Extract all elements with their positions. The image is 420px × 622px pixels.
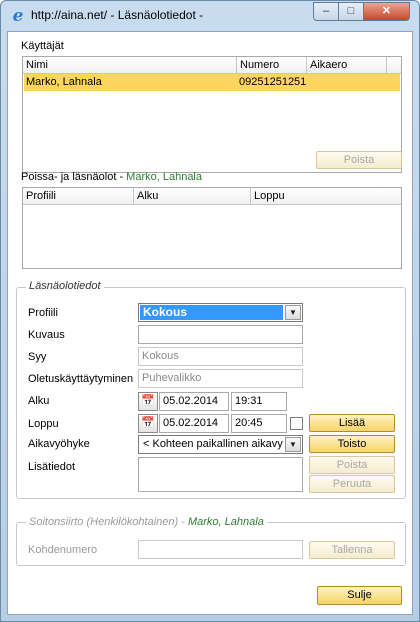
profile-select[interactable]: Kokous ▼ (138, 303, 303, 322)
timezone-select[interactable]: < Kohteen paikallinen aikavyö ▼ (138, 435, 303, 454)
close-window-button[interactable]: ✕ (364, 2, 410, 21)
add-button[interactable]: Lisää (309, 414, 395, 432)
dialog-window: e http://aina.net/ - Läsnäolotiedot - – … (0, 0, 420, 622)
calendar-icon[interactable]: 📅 (138, 392, 158, 411)
presence-label-prefix: Poissa- ja läsnäolot - (21, 171, 124, 183)
column-header-offset[interactable]: Aikaero (307, 57, 387, 74)
description-input[interactable] (138, 325, 303, 344)
extra-info-label: Lisätiedot (28, 461, 76, 473)
cancel-button[interactable]: Peruuta (309, 475, 395, 493)
save-forwarding-button[interactable]: Tallenna (309, 541, 395, 559)
profile-label: Profiili (28, 307, 58, 319)
remove-user-button[interactable]: Poista (316, 151, 402, 169)
column-header-end[interactable]: Loppu (251, 188, 401, 205)
forwarding-user-name: Marko, Lahnala (187, 516, 264, 528)
user-name-cell: Marko, Lahnala (26, 76, 102, 88)
presence-list[interactable]: Profiili Alku Loppu (22, 187, 402, 269)
maximize-button[interactable]: □ (339, 2, 364, 21)
reason-label: Syy (28, 351, 47, 363)
column-header-name[interactable]: Nimi (23, 57, 237, 74)
chevron-down-icon[interactable]: ▼ (285, 437, 301, 452)
column-header-number[interactable]: Numero (237, 57, 307, 74)
column-header-start[interactable]: Alku (134, 188, 251, 205)
close-button[interactable]: Sulje (317, 586, 402, 605)
extra-info-textarea[interactable] (138, 457, 303, 492)
presence-user-name: Marko, Lahnala (126, 171, 202, 183)
description-label: Kuvaus (28, 329, 65, 341)
table-row[interactable]: Marko, Lahnala 09251251251 (24, 74, 400, 91)
delete-entry-button[interactable]: Poista (309, 456, 395, 474)
title-bar[interactable]: e http://aina.net/ - Läsnäolotiedot - – … (1, 1, 419, 31)
reason-input[interactable]: Kokous (138, 347, 303, 366)
forwarding-legend-prefix: Soitonsiirto (Henkilökohtainen) - (29, 516, 185, 528)
timezone-select-value: < Kohteen paikallinen aikavyö (143, 438, 283, 450)
start-time-input[interactable]: 19:31 (231, 392, 287, 411)
internet-explorer-icon: e (12, 6, 24, 26)
target-number-input[interactable] (138, 540, 303, 559)
column-header-filler (387, 57, 401, 74)
repeat-button[interactable]: Toisto (309, 435, 395, 453)
forwarding-legend: Soitonsiirto (Henkilökohtainen) - Marko,… (26, 516, 267, 528)
default-behavior-label: Oletuskäyttäytyminen (28, 373, 134, 385)
end-date-input[interactable]: 05.02.2014 (159, 414, 229, 433)
end-label: Loppu (28, 418, 59, 430)
start-date-input[interactable]: 05.02.2014 (159, 392, 229, 411)
presence-details-legend: Läsnäolotiedot (26, 280, 104, 292)
default-behavior-input[interactable]: Puhevalikko (138, 369, 303, 388)
target-number-label: Kohdenumero (28, 544, 98, 556)
end-time-input[interactable]: 20:45 (231, 414, 287, 433)
user-number-cell: 09251251251 (239, 76, 307, 88)
chevron-down-icon[interactable]: ▼ (285, 305, 301, 320)
calendar-icon[interactable]: 📅 (138, 414, 158, 433)
dialog-content: Käyttäjät Nimi Numero Aikaero Marko, Lah… (7, 31, 413, 615)
timezone-label: Aikavyöhyke (28, 438, 90, 450)
minimize-button[interactable]: – (313, 2, 339, 21)
presence-section-label: Poissa- ja läsnäolot - Marko, Lahnala (21, 171, 202, 183)
profile-select-value: Kokous (140, 305, 283, 320)
end-checkbox[interactable] (290, 417, 303, 430)
window-title: http://aina.net/ - Läsnäolotiedot - (31, 8, 204, 22)
users-section-label: Käyttäjät (21, 40, 64, 52)
start-label: Alku (28, 395, 50, 407)
column-header-profile[interactable]: Profiili (23, 188, 134, 205)
